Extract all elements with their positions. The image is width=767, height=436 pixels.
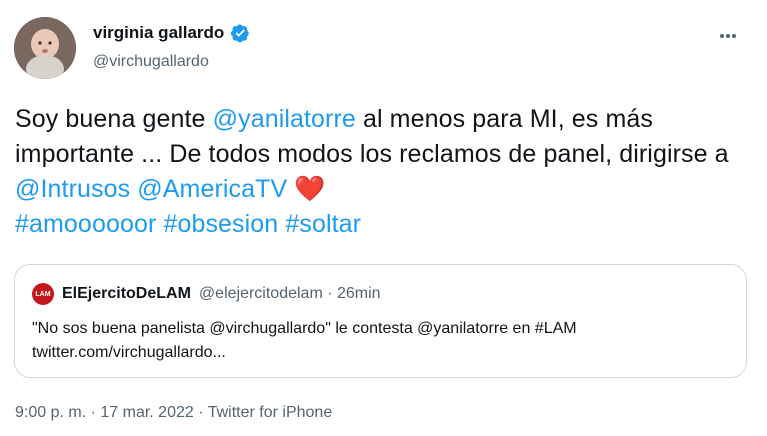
quoted-tweet[interactable]: LAM ElEjercitoDeLAM @elejercitodelam · 2… [14, 264, 747, 378]
separator: · [193, 404, 208, 421]
tweet-source[interactable]: Twitter for iPhone [208, 404, 333, 421]
quoted-link-line: twitter.com/virchugallardo... [32, 344, 226, 361]
hashtag-amoooooor[interactable]: #amoooooor [15, 210, 156, 238]
heart-emoji-icon: ❤️ [294, 175, 326, 203]
tweet-time[interactable]: 9:00 p. m. [15, 404, 86, 421]
more-options-icon[interactable] [719, 28, 747, 44]
mention-yanilatorre[interactable]: @yanilatorre [213, 105, 356, 133]
quoted-author-name: ElEjercitoDeLAM [62, 285, 191, 302]
tweet-date[interactable]: 17 mar. 2022 [100, 404, 193, 421]
tweet-text: Soy buena gente @yanilatorre al menos pa… [15, 102, 745, 242]
quoted-author-meta: @elejercitodelam · 26min [198, 285, 381, 302]
separator: · [86, 404, 101, 421]
verified-badge-icon [230, 23, 250, 43]
quoted-tweet-text: "No sos buena panelista @virchugallardo"… [32, 317, 732, 365]
hashtag-soltar[interactable]: #soltar [285, 210, 361, 238]
author-handle[interactable]: @virchugallardo [93, 53, 209, 71]
quoted-tweet-header: LAM ElEjercitoDeLAM @elejercitodelam · 2… [32, 283, 381, 305]
mention-americatv[interactable]: @AmericaTV [137, 175, 287, 203]
tweet-footer: 9:00 p. m. · 17 mar. 2022 · Twitter for … [15, 404, 332, 422]
author-name-row: virginia gallardo [93, 23, 250, 43]
quoted-text-line: "No sos buena panelista @virchugallardo"… [32, 320, 577, 337]
mention-intrusos[interactable]: @Intrusos [15, 175, 130, 203]
tweet-card: virginia gallardo @virchugallardo Soy bu… [0, 0, 767, 436]
author-display-name[interactable]: virginia gallardo [93, 23, 224, 43]
quoted-author-avatar: LAM [32, 283, 54, 305]
hashtag-obsesion[interactable]: #obsesion [163, 210, 278, 238]
tweet-text-segment: Soy buena gente [15, 105, 213, 133]
author-avatar[interactable] [14, 17, 76, 79]
